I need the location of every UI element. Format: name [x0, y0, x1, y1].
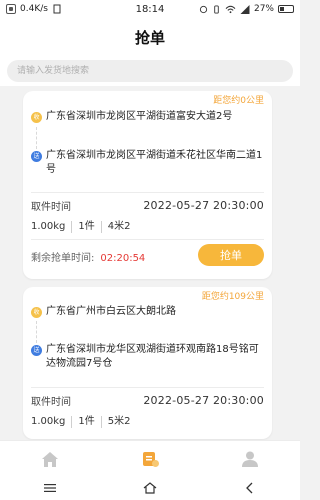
home-icon: [42, 451, 58, 467]
divider: [31, 192, 264, 193]
sys-home-button[interactable]: [130, 476, 170, 500]
page-header: 抢单: [0, 18, 300, 56]
tab-grab-orders[interactable]: [120, 441, 180, 477]
cargo-count: 1件: [71, 221, 100, 233]
order-card[interactable]: 距您约0公里 收 广东省深圳市龙岗区平湖街道富安大道2号 送 广东省深圳市龙岗区…: [23, 91, 272, 279]
bottom-tab-bar: [0, 440, 300, 476]
delivery-address: 广东省深圳市龙岗区平湖街道禾花社区华南二道1号: [46, 150, 263, 175]
home-icon: [143, 482, 157, 494]
status-bar: 0.4K/s 18:14 27%: [0, 0, 300, 18]
divider: [31, 387, 264, 388]
menu-icon: [44, 484, 56, 492]
pickup-address: 广东省广州市白云区大朗北路: [46, 306, 176, 317]
pickup-time-label: 取件时间: [31, 202, 71, 213]
pickup-time-row: 取件时间 2022-05-27 20:30:00: [31, 198, 264, 213]
order-card[interactable]: 距您约109公里 收 广东省广州市白云区大朗北路 送 广东省深圳市龙华区观湖街道…: [23, 287, 272, 439]
pickup-address-row: 收 广东省广州市白云区大朗北路: [31, 305, 264, 319]
search-bar: [0, 56, 300, 86]
pickup-time-label: 取件时间: [31, 397, 71, 408]
cargo-size: 5米2: [100, 416, 137, 428]
back-icon: [246, 482, 253, 494]
battery-icon: [278, 5, 294, 13]
countdown-value: 02:20:54: [100, 252, 146, 264]
cargo-count: 1件: [71, 416, 100, 428]
delivery-address: 广东省深圳市龙华区观湖街道环观南路18号铭可达物流园7号仓: [46, 344, 259, 369]
cargo-size: 4米2: [100, 221, 137, 233]
distance-label: 距您约0公里: [213, 96, 264, 106]
sys-back-button[interactable]: [230, 476, 270, 500]
delivery-badge: 送: [31, 151, 42, 162]
profile-icon: [242, 451, 258, 467]
cargo-weight: 1.00kg: [31, 416, 66, 427]
pickup-time-value: 2022-05-27 20:30:00: [143, 199, 264, 212]
sys-menu-button[interactable]: [30, 476, 70, 500]
status-time: 18:14: [135, 3, 165, 15]
tab-home[interactable]: [20, 441, 80, 477]
cargo-weight: 1.00kg: [31, 221, 66, 232]
tab-profile[interactable]: [220, 441, 280, 477]
pickup-badge: 收: [31, 307, 42, 318]
delivery-address-row: 送 广东省深圳市龙华区观湖街道环观南路18号铭可达物流园7号仓: [31, 343, 264, 371]
system-navigation: [0, 476, 300, 500]
pickup-address: 广东省深圳市龙岗区平湖街道富安大道2号: [46, 111, 233, 122]
countdown-wrap: 剩余抢单时间: 02:20:54: [31, 246, 145, 265]
pickup-badge: 收: [31, 112, 42, 123]
cargo-info: 1.00kg 1件 5米2: [31, 416, 264, 428]
pickup-time-value: 2022-05-27 20:30:00: [143, 394, 264, 407]
page-title: 抢单: [134, 28, 165, 47]
delivery-badge: 送: [31, 345, 42, 356]
delivery-address-row: 送 广东省深圳市龙岗区平湖街道禾花社区华南二道1号: [31, 149, 264, 177]
order-grab-icon: [143, 451, 159, 467]
pickup-address-row: 收 广东省深圳市龙岗区平湖街道富安大道2号: [31, 110, 264, 124]
pickup-time-row: 取件时间 2022-05-27 20:30:00: [31, 393, 264, 408]
search-input[interactable]: [7, 60, 293, 82]
distance-label: 距您约109公里: [201, 292, 264, 302]
cargo-info: 1.00kg 1件 4米2: [31, 221, 264, 233]
grab-order-button[interactable]: 抢单: [198, 244, 264, 266]
route-line: [36, 321, 37, 343]
countdown-row: 剩余抢单时间: 02:20:54 抢单: [31, 244, 264, 266]
countdown-label: 剩余抢单时间:: [31, 252, 95, 264]
route-line: [36, 127, 37, 149]
divider: [31, 239, 264, 240]
